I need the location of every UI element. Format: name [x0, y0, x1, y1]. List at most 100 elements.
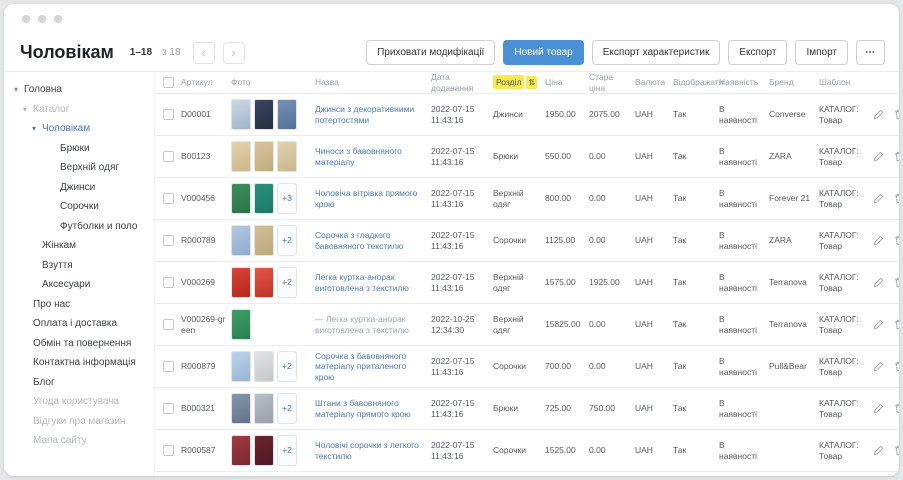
sidebar-item[interactable]: Взуття: [4, 256, 154, 276]
product-photo[interactable]: [231, 435, 251, 466]
edit-button[interactable]: [873, 277, 884, 288]
select-all-checkbox[interactable]: [163, 77, 174, 88]
sidebar-item[interactable]: Контактна інформація: [4, 353, 154, 373]
more-photos-badge[interactable]: +3: [277, 183, 297, 214]
product-name-link[interactable]: Чиноси з бавовняного матеріалу: [315, 146, 402, 167]
product-photo[interactable]: [231, 393, 251, 424]
more-photos-badge[interactable]: +2: [277, 267, 297, 298]
sidebar-item[interactable]: ▾Чоловікам: [4, 119, 154, 139]
product-photo[interactable]: [254, 99, 274, 130]
import-button[interactable]: Імпорт: [795, 40, 848, 65]
product-name-link[interactable]: Чоловічі сорочки з легкого текстилю: [315, 440, 419, 461]
product-name-link[interactable]: Чоловіча вітрівка прямого крою: [315, 188, 417, 209]
next-page-button[interactable]: ›: [223, 42, 245, 64]
export-characteristics-button[interactable]: Експорт характеристик: [592, 40, 721, 65]
row-checkbox[interactable]: [163, 235, 174, 246]
sidebar-item[interactable]: Жінкам: [4, 236, 154, 256]
sidebar-item[interactable]: Сорочки: [4, 197, 154, 217]
sidebar-item[interactable]: Верхній одяг: [4, 158, 154, 178]
edit-button[interactable]: [873, 403, 884, 414]
column-header-date[interactable]: Дата додавання: [431, 72, 493, 93]
export-button[interactable]: Експорт: [728, 40, 787, 65]
prev-page-button[interactable]: ‹: [193, 42, 215, 64]
sidebar-item[interactable]: Про нас: [4, 295, 154, 315]
sidebar-item[interactable]: Відгуки про магазин: [4, 412, 154, 432]
more-actions-button[interactable]: ⋯: [856, 40, 885, 65]
sidebar-item[interactable]: Мапа сайту: [4, 431, 154, 451]
product-photo[interactable]: [231, 183, 251, 214]
more-photos-badge[interactable]: +2: [277, 225, 297, 256]
edit-button[interactable]: [873, 193, 884, 204]
sort-icon[interactable]: ⇅: [526, 76, 537, 89]
sidebar-item[interactable]: ▾Каталог: [4, 100, 154, 120]
row-checkbox[interactable]: [163, 277, 174, 288]
delete-button[interactable]: [893, 151, 899, 162]
product-name-link[interactable]: — Легка куртка-анорак виготовлена з текс…: [315, 314, 409, 335]
row-checkbox[interactable]: [163, 445, 174, 456]
edit-button[interactable]: [873, 319, 884, 330]
sidebar-item[interactable]: Брюки: [4, 139, 154, 159]
delete-button[interactable]: [893, 319, 899, 330]
product-photo[interactable]: [277, 141, 297, 172]
hide-modifications-button[interactable]: Приховати модифікації: [366, 40, 495, 65]
delete-button[interactable]: [893, 361, 899, 372]
delete-button[interactable]: [893, 193, 899, 204]
column-header-price[interactable]: Ціна: [545, 77, 589, 88]
column-header-photo[interactable]: Фото: [231, 77, 315, 88]
edit-button[interactable]: [873, 235, 884, 246]
row-checkbox[interactable]: [163, 193, 174, 204]
product-photo[interactable]: [231, 99, 251, 130]
new-product-button[interactable]: Новий товар: [503, 40, 583, 65]
product-photo[interactable]: [231, 141, 251, 172]
column-header-disp[interactable]: Відображати: [673, 77, 719, 88]
product-photo[interactable]: [254, 225, 274, 256]
row-checkbox[interactable]: [163, 319, 174, 330]
column-header-section[interactable]: Розділ⇅: [493, 77, 545, 88]
sidebar-item[interactable]: Блог: [4, 373, 154, 393]
row-checkbox[interactable]: [163, 403, 174, 414]
product-name-link[interactable]: Джинси з декоративними потертостями: [315, 104, 414, 125]
product-name-link[interactable]: Легка куртка-анорак виготовлена з тексти…: [315, 272, 409, 293]
product-photo[interactable]: [231, 351, 251, 382]
delete-button[interactable]: [893, 235, 899, 246]
edit-button[interactable]: [873, 445, 884, 456]
sidebar-item[interactable]: ▾Головна: [4, 80, 154, 100]
row-checkbox[interactable]: [163, 361, 174, 372]
column-header-avail[interactable]: Наявність: [719, 77, 769, 88]
edit-button[interactable]: [873, 151, 884, 162]
product-name-link[interactable]: Сорочка з гладкого бавовняного текстилю: [315, 230, 403, 251]
more-photos-badge[interactable]: +2: [277, 351, 297, 382]
more-photos-badge[interactable]: +2: [277, 435, 297, 466]
product-photo[interactable]: [254, 267, 274, 298]
sidebar-item[interactable]: Угода користувача: [4, 392, 154, 412]
product-photo[interactable]: [254, 435, 274, 466]
product-name-link[interactable]: Штани з бавовняного матеріалу прямого кр…: [315, 398, 411, 419]
product-photo[interactable]: [231, 267, 251, 298]
product-photo[interactable]: [254, 183, 274, 214]
row-checkbox[interactable]: [163, 151, 174, 162]
product-photo[interactable]: [277, 99, 297, 130]
product-photo[interactable]: [254, 393, 274, 424]
traffic-light-maximize-icon[interactable]: [54, 15, 62, 23]
delete-button[interactable]: [893, 277, 899, 288]
column-header-sku[interactable]: Артикул: [181, 77, 231, 88]
product-photo[interactable]: [231, 309, 251, 340]
delete-button[interactable]: [893, 109, 899, 120]
sidebar-item[interactable]: Оплата і доставка: [4, 314, 154, 334]
more-photos-badge[interactable]: +2: [277, 393, 297, 424]
product-photo[interactable]: [254, 351, 274, 382]
column-header-tpl[interactable]: Шаблон: [819, 77, 873, 88]
sidebar-item[interactable]: Футболки и поло: [4, 217, 154, 237]
edit-button[interactable]: [873, 361, 884, 372]
column-header-cur[interactable]: Валюта: [635, 77, 673, 88]
product-photo[interactable]: [231, 225, 251, 256]
column-header-brand[interactable]: Бренд: [769, 77, 819, 88]
column-header-name[interactable]: Назва: [315, 77, 431, 88]
delete-button[interactable]: [893, 403, 899, 414]
product-photo[interactable]: [254, 141, 274, 172]
column-header-old[interactable]: Стара ціна: [589, 72, 635, 93]
traffic-light-minimize-icon[interactable]: [38, 15, 46, 23]
sidebar-item[interactable]: Джинси: [4, 178, 154, 198]
sidebar-item[interactable]: Обмін та повернення: [4, 334, 154, 354]
sidebar-item[interactable]: Аксесуари: [4, 275, 154, 295]
